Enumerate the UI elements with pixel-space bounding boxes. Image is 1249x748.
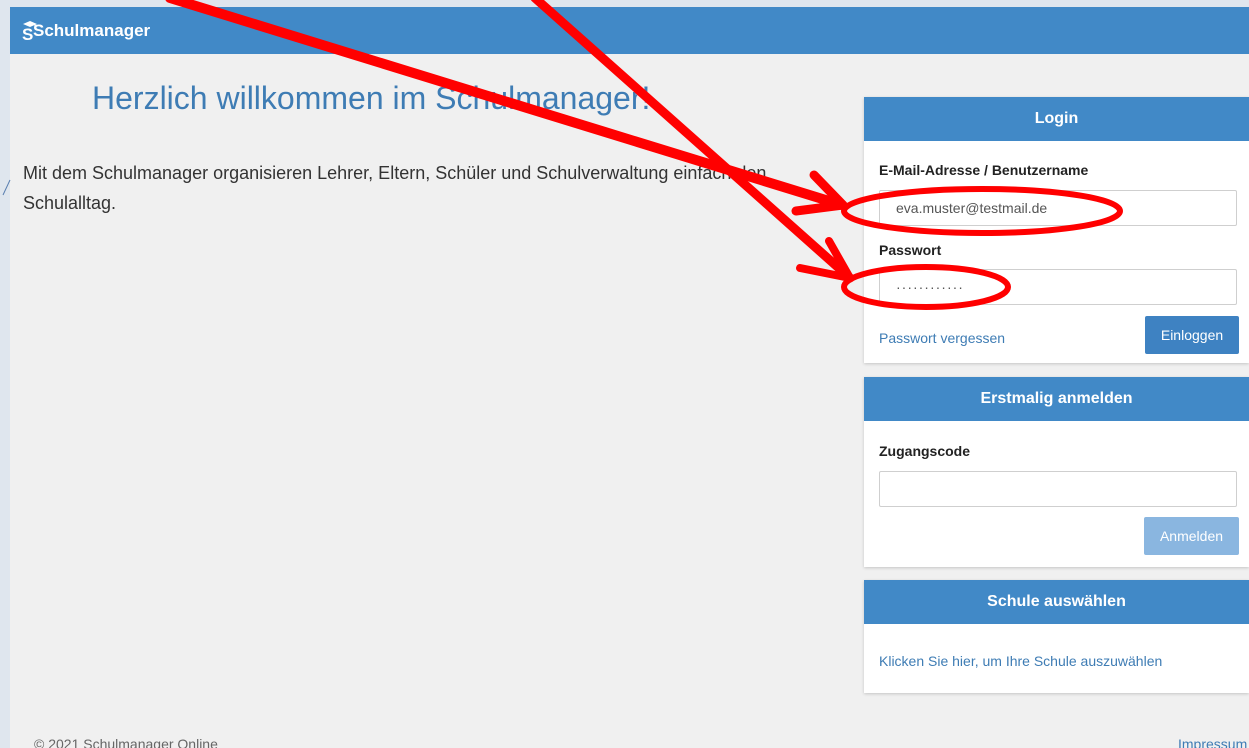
page-title: Herzlich willkommen im Schulmanager!: [92, 80, 651, 116]
forgot-password-link[interactable]: Passwort vergessen: [879, 330, 1005, 346]
access-code-field[interactable]: [879, 471, 1237, 507]
select-school-link[interactable]: Klicken Sie hier, um Ihre Schule auszuwä…: [879, 653, 1162, 669]
email-field[interactable]: eva.muster@testmail.de: [879, 190, 1237, 226]
welcome-text: Mit dem Schulmanager organisieren Lehrer…: [23, 163, 767, 213]
first-login-card-header: Erstmalig anmelden: [864, 377, 1249, 421]
access-code-label: Zugangscode: [879, 443, 971, 459]
brand-logo[interactable]: S Schulmanager: [21, 19, 151, 44]
register-button[interactable]: Anmelden: [1144, 517, 1239, 555]
login-card-header: Login: [864, 97, 1249, 141]
school-select-card: Schule auswählen Klicken Sie hier, um Ih…: [864, 580, 1249, 693]
footer-imprint-link[interactable]: Impressum: [1178, 736, 1247, 748]
school-select-card-header: Schule auswählen: [864, 580, 1249, 624]
first-login-card: Erstmalig anmelden Zugangscode Anmelden: [864, 377, 1249, 567]
footer-copyright: © 2021 Schulmanager Online: [34, 736, 218, 748]
email-label: E-Mail-Adresse / Benutzername: [879, 162, 1089, 178]
password-label: Passwort: [879, 242, 942, 258]
brand-name: Schulmanager: [33, 21, 151, 40]
password-field[interactable]: ············: [879, 269, 1237, 305]
graduation-cap-icon: S: [21, 19, 37, 44]
login-card: Login E-Mail-Adresse / Benutzername eva.…: [864, 97, 1249, 363]
svg-text:S: S: [22, 25, 33, 41]
login-button[interactable]: Einloggen: [1145, 316, 1239, 354]
page: S Schulmanager Herzlich willkommen im Sc…: [10, 7, 1249, 748]
navbar: S Schulmanager: [10, 7, 1249, 54]
